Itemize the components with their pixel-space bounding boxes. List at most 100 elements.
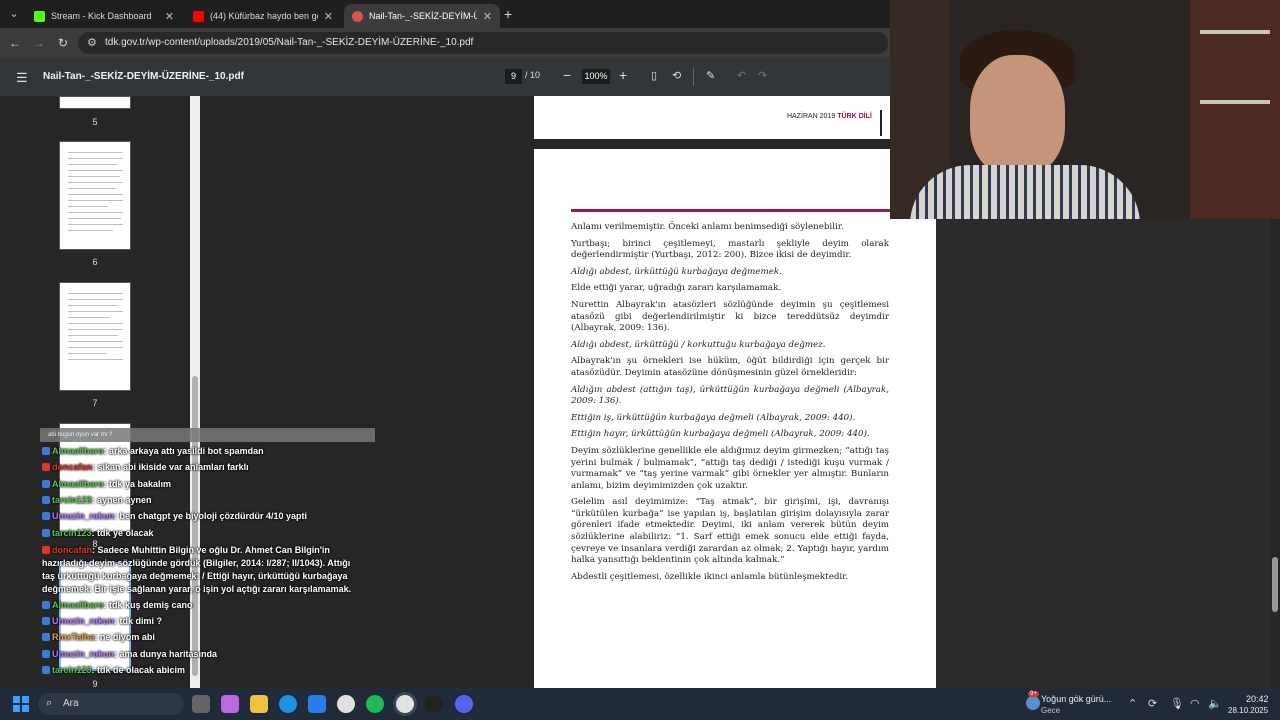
- page-number-input[interactable]: 9: [505, 69, 522, 84]
- tab-pdf[interactable]: Nail-Tan-_-SEKİZ-DEYİM-ÜZERİ ✕: [344, 4, 500, 28]
- wifi-icon[interactable]: ◠: [1190, 697, 1200, 710]
- new-tab-button[interactable]: +: [504, 6, 512, 22]
- chat-badge-icon: [42, 600, 50, 609]
- chat-username[interactable]: Almaalibaro: [52, 600, 104, 610]
- chat-text: : tdk kuş demiş cano: [103, 599, 193, 610]
- spotify-icon[interactable]: [366, 695, 384, 713]
- thumbnail-label: 6: [92, 257, 98, 267]
- chat-message: tarcin123: aynen aynen: [42, 495, 152, 505]
- discord-icon[interactable]: [455, 695, 473, 713]
- doc-paragraph: Anlamı verilmemiştir. Önceki anlamı beni…: [571, 222, 844, 232]
- annotate-icon[interactable]: ✎: [706, 69, 715, 82]
- chat-username[interactable]: Almaalibaro: [52, 446, 104, 456]
- doc-example: Ettiğin hayır, ürküttüğün kurbağaya değm…: [571, 429, 870, 440]
- chat-username[interactable]: doncafan: [52, 462, 92, 472]
- tab-kick-dashboard[interactable]: Stream - Kick Dashboard ✕: [26, 4, 182, 28]
- store-icon[interactable]: [308, 695, 326, 713]
- kick-icon: [34, 10, 45, 22]
- doc-example: Aldığı abdest, ürküttüğü kurbağaya değme…: [571, 266, 782, 277]
- site-info-icon[interactable]: ⚙: [87, 36, 97, 49]
- chat-message: doncafan: sikan abi ikiside var anlamlar…: [42, 462, 249, 472]
- url-text: tdk.gov.tr/wp-content/uploads/2019/05/Na…: [105, 37, 474, 48]
- header-date: HAZİRAN 2019: [787, 113, 836, 120]
- edge-icon[interactable]: [279, 695, 297, 713]
- redo-icon[interactable]: ↷: [758, 69, 767, 82]
- tab-title: Nail-Tan-_-SEKİZ-DEYİM-ÜZERİ: [369, 11, 477, 21]
- search-icon: ⌕: [46, 697, 53, 709]
- tab-search-button[interactable]: ⌄: [5, 5, 23, 23]
- header-brand: TÜRK DİLİ: [837, 113, 872, 120]
- chat-text: : ama dunya haritasında: [114, 648, 218, 659]
- chrome-icon[interactable]: [337, 695, 355, 713]
- chat-username[interactable]: Umuzin_rakun: [52, 511, 114, 521]
- chat-message: RmxTalha: ne diyom abi: [42, 632, 155, 642]
- webcam-streamer-sweater: [910, 165, 1140, 219]
- chat-username[interactable]: doncafan: [52, 545, 92, 555]
- doc-example: Aldığın abdest (attığın taş), ürküttüğün…: [571, 384, 889, 407]
- url-input[interactable]: ⚙ tdk.gov.tr/wp-content/uploads/2019/05/…: [78, 32, 888, 54]
- obs-icon[interactable]: [425, 695, 443, 713]
- viewer-scrollbar[interactable]: [1270, 219, 1280, 688]
- undo-icon[interactable]: ↶: [737, 69, 746, 82]
- youtube-icon: [193, 10, 204, 22]
- doc-example: Aldığı abdest, ürküttüğü / korkuttuğu ku…: [571, 339, 826, 350]
- chrome-active-icon[interactable]: [396, 695, 414, 713]
- tab-title: (44) Küfürbaz haydo ben gelem: [210, 11, 318, 21]
- clock-date[interactable]: 28.10.2025: [1228, 706, 1268, 715]
- reload-icon[interactable]: ↻: [54, 34, 72, 52]
- doc-paragraph: Yurtbaşı; birinci çeşitlemeyi, mastarlı …: [571, 238, 889, 261]
- chat-text: : tdk ye olacak: [91, 527, 154, 538]
- close-icon[interactable]: ✕: [165, 10, 174, 23]
- task-view-icon[interactable]: [192, 695, 210, 713]
- thumbnail-page-7[interactable]: [59, 282, 131, 391]
- close-icon[interactable]: ✕: [483, 10, 492, 23]
- forward-icon[interactable]: →: [30, 34, 48, 52]
- chat-message: Umuzin_rakun: ben chatgpt ye biyoloji çö…: [42, 511, 307, 521]
- chat-username[interactable]: Umuzin_rakun: [52, 649, 114, 659]
- rotate-icon[interactable]: ⟲: [672, 69, 681, 82]
- chat-username[interactable]: Almaalibaro: [52, 479, 104, 489]
- copilot-icon[interactable]: [221, 695, 239, 713]
- windows-start-icon[interactable]: [13, 696, 29, 712]
- tray-chevron-icon[interactable]: ⌃: [1128, 697, 1137, 710]
- chat-username[interactable]: tarcin123: [52, 665, 92, 675]
- chat-text: : tdk dimi ?: [114, 616, 163, 627]
- volume-icon[interactable]: 🔈: [1208, 697, 1222, 710]
- weather-title[interactable]: Yoğun gök gürü...: [1041, 694, 1111, 704]
- chat-username[interactable]: Umuzin_rakun: [52, 616, 114, 626]
- chat-username[interactable]: RmxTalha: [52, 632, 94, 642]
- thumbnail-page-5[interactable]: [59, 96, 131, 109]
- doc-paragraph: Deyim sözlüklerine genellikle ele aldığı…: [571, 445, 889, 491]
- tab-youtube[interactable]: (44) Küfürbaz haydo ben gelem ✕: [185, 4, 341, 28]
- chat-text: : ben chatgpt ye biyoloji çözdürdür 4/10…: [114, 511, 308, 522]
- file-explorer-icon[interactable]: [250, 695, 268, 713]
- menu-icon[interactable]: ☰: [16, 70, 28, 86]
- chat-badge-icon: [42, 633, 50, 642]
- back-icon[interactable]: ←: [6, 34, 24, 52]
- microphone-icon[interactable]: 🎙: [1170, 697, 1184, 710]
- close-icon[interactable]: ✕: [324, 10, 333, 23]
- weather-icon[interactable]: [1026, 696, 1040, 710]
- chat-username[interactable]: tarcin123: [52, 495, 92, 505]
- zoom-input[interactable]: 100%: [582, 69, 610, 84]
- fit-page-icon[interactable]: ▯: [651, 69, 657, 82]
- toolbar-divider: [693, 68, 694, 86]
- sync-icon[interactable]: ⟳: [1148, 697, 1157, 710]
- chat-badge-icon: [42, 512, 50, 521]
- running-header: HAZİRAN 2019 TÜRK DİLİ: [787, 113, 872, 120]
- zoom-out-button[interactable]: −: [563, 67, 571, 83]
- pdf-page: Anlamı verilmemiştir. Önceki anlamı beni…: [534, 149, 936, 688]
- zoom-in-button[interactable]: +: [619, 67, 627, 83]
- chat-text: : tdk de olacak abicim: [91, 665, 186, 675]
- taskbar: ⌕ Ara 9+ Yoğun gök gürü... Gece ⌃ ⟳ 🎙 ◠ …: [0, 688, 1280, 720]
- thumbnail-page-6[interactable]: [59, 141, 131, 250]
- chat-message: Almaalibaro: tdk kuş demiş cano: [42, 600, 193, 610]
- chat-message: tarcin123: tdk de olacak abicim: [42, 665, 185, 675]
- viewer-scrollbar-thumb[interactable]: [1272, 557, 1278, 612]
- chat-username[interactable]: tarcin123: [52, 528, 92, 538]
- taskbar-search[interactable]: ⌕ Ara: [38, 693, 184, 715]
- clock-time[interactable]: 20:42: [1246, 694, 1269, 704]
- doc-paragraph: Gelelim asıl deyimimize: “Taş atmak”, bi…: [571, 497, 889, 566]
- chat-badge-icon: [42, 479, 50, 488]
- tab-title: Stream - Kick Dashboard: [51, 11, 152, 21]
